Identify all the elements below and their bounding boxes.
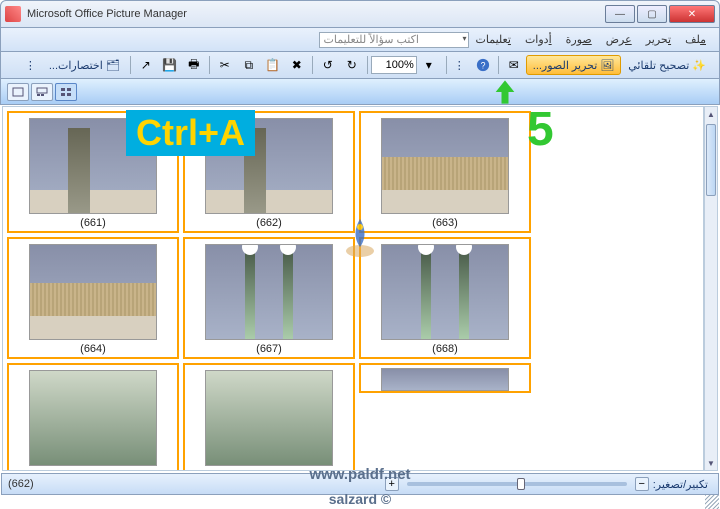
shortcuts-icon: 🗂 xyxy=(106,59,120,72)
thumbnail-cell[interactable]: (669) xyxy=(7,363,179,471)
help-search[interactable]: ▾ xyxy=(319,32,469,48)
print-button[interactable]: 🖶 xyxy=(183,55,205,75)
resize-grip[interactable] xyxy=(705,495,719,509)
edit-pictures-button[interactable]: 🖼 تحرير الصور... xyxy=(526,55,622,75)
thumbnail-caption: (668) xyxy=(432,343,458,355)
thumbnail-caption: (670) xyxy=(256,469,282,471)
watermark-author: salzard © xyxy=(329,491,391,507)
zoom-out-button[interactable]: − xyxy=(635,477,649,491)
window-title: Microsoft Office Picture Manager xyxy=(27,8,603,20)
minimize-button[interactable]: — xyxy=(605,5,635,23)
status-selection: (662) xyxy=(8,478,34,490)
paste-button[interactable]: 📋 xyxy=(262,55,284,75)
annotation-shortcut: Ctrl+A xyxy=(126,110,255,156)
close-button[interactable]: ✕ xyxy=(669,5,715,23)
menu-view[interactable]: عرض xyxy=(599,33,639,46)
zoom-level-input[interactable] xyxy=(371,56,417,74)
save-button[interactable]: 💾 xyxy=(159,55,181,75)
menu-tools[interactable]: أدوات xyxy=(518,33,559,46)
zoom-slider[interactable] xyxy=(407,482,627,486)
mail-button[interactable]: ✉ xyxy=(503,55,525,75)
view-thumbnails-button[interactable] xyxy=(55,83,77,101)
view-single-button[interactable] xyxy=(7,83,29,101)
edit-pictures-label: تحرير الصور... xyxy=(533,59,598,72)
view-filmstrip-button[interactable] xyxy=(31,83,53,101)
main-toolbar: ✨ تصحيح تلقائي 🖼 تحرير الصور... ✉ ? ⋮ ▾ … xyxy=(0,52,720,79)
menu-edit[interactable]: تحرير xyxy=(639,33,678,46)
thumbnail-caption: (669) xyxy=(80,469,106,471)
menu-picture[interactable]: صورة xyxy=(559,33,599,46)
thumbnail-caption: (667) xyxy=(256,343,282,355)
scroll-up-icon[interactable]: ▲ xyxy=(705,107,717,121)
auto-correct-icon: ✨ xyxy=(692,59,706,72)
thumbnail-pane: (661) (662) (663) (664) (667) (668) (669) (670) xyxy=(2,106,704,471)
thumbnail-image[interactable] xyxy=(381,368,509,391)
thumbnail-image[interactable] xyxy=(205,244,333,340)
thumbnail-cell[interactable] xyxy=(359,363,531,393)
annotation-arrow-icon xyxy=(491,78,519,113)
thumbnail-cell[interactable]: (664) xyxy=(7,237,179,359)
thumbnail-caption: (664) xyxy=(80,343,106,355)
thumbnail-cell[interactable]: (670) xyxy=(183,363,355,471)
watermark-logo-icon xyxy=(344,215,376,259)
zoom-label: تكبير/تصغير: xyxy=(649,478,712,491)
thumbnail-image[interactable] xyxy=(205,370,333,466)
thumbnail-cell[interactable]: (667) xyxy=(183,237,355,359)
menu-bar: ملف تحرير عرض صورة أدوات تعليمات ▾ xyxy=(0,28,720,52)
copy-button[interactable]: ⧉ xyxy=(238,55,260,75)
menu-help[interactable]: تعليمات xyxy=(469,33,518,46)
dropdown-icon[interactable]: ▾ xyxy=(463,34,467,43)
svg-text:?: ? xyxy=(480,61,485,71)
menu-file[interactable]: ملف xyxy=(678,33,713,46)
thumbnail-image[interactable] xyxy=(29,244,157,340)
toolbar-overflow-icon[interactable]: ⋮ xyxy=(450,59,469,72)
thumbnail-cell[interactable]: (668) xyxy=(359,237,531,359)
auto-correct-button[interactable]: ✨ تصحيح تلقائي xyxy=(621,55,713,75)
export-button[interactable]: ↗ xyxy=(135,55,157,75)
edit-pictures-icon: 🖼 xyxy=(600,59,614,72)
thumbnail-cell[interactable]: (663) xyxy=(359,111,531,233)
watermark-url: www.paldf.net xyxy=(309,466,410,483)
thumbnail-image[interactable] xyxy=(381,244,509,340)
annotation-step-number: 5 xyxy=(527,102,554,157)
scroll-down-icon[interactable]: ▼ xyxy=(705,456,717,470)
maximize-button[interactable]: ▢ xyxy=(637,5,667,23)
help-button[interactable]: ? xyxy=(472,55,494,75)
shortcuts-button[interactable]: 🗂 اختصارات... xyxy=(42,55,127,75)
scroll-thumb[interactable] xyxy=(706,124,716,196)
zoom-slider-knob[interactable] xyxy=(517,478,525,490)
help-input[interactable] xyxy=(319,32,469,48)
auto-correct-label: تصحيح تلقائي xyxy=(628,59,689,72)
title-bar: Microsoft Office Picture Manager — ▢ ✕ xyxy=(0,0,720,28)
thumbnail-caption: (662) xyxy=(256,217,282,229)
app-icon xyxy=(5,6,21,22)
thumbnail-caption: (663) xyxy=(432,217,458,229)
zoom-dropdown-icon[interactable]: ▾ xyxy=(418,55,440,75)
vertical-scrollbar[interactable]: ▲ ▼ xyxy=(704,106,718,471)
toolbar-overflow-icon-2[interactable]: ⋮ xyxy=(21,59,40,72)
thumbnail-image[interactable] xyxy=(29,370,157,466)
thumbnail-caption: (661) xyxy=(80,217,106,229)
delete-button[interactable]: ✖ xyxy=(286,55,308,75)
redo-button[interactable]: ↻ xyxy=(341,55,363,75)
view-toolbar xyxy=(0,79,720,105)
cut-button[interactable]: ✂ xyxy=(214,55,236,75)
undo-button[interactable]: ↺ xyxy=(317,55,339,75)
thumbnail-image[interactable] xyxy=(381,118,509,214)
shortcuts-label: اختصارات... xyxy=(49,59,103,72)
